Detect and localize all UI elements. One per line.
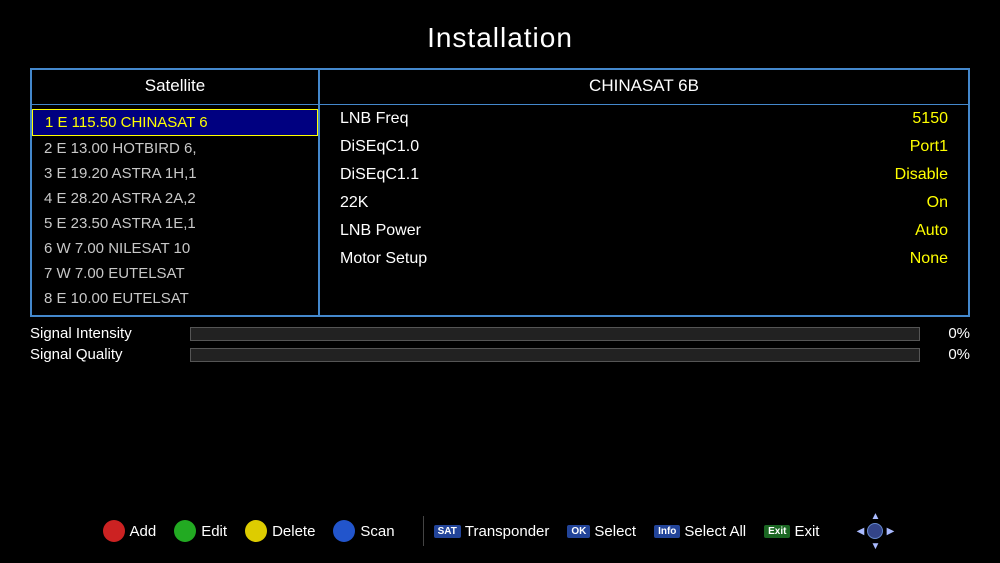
delete-yellow-circle <box>245 520 267 542</box>
nav-right-arrow[interactable]: ▶ <box>883 523 897 539</box>
signal-quality-value: 0% <box>930 346 970 363</box>
satellite-panel-title: Satellite <box>32 70 318 105</box>
details-field-value: Auto <box>915 222 948 240</box>
signal-quality-label: Signal Quality <box>30 346 190 363</box>
nav-left-arrow[interactable]: ◀ <box>853 523 867 539</box>
satellite-list-item[interactable]: 2 E 13.00 HOTBIRD 6, <box>32 136 318 161</box>
page-title: Installation <box>0 0 1000 68</box>
details-field-label: DiSEqC1.0 <box>340 138 419 156</box>
signal-intensity-bar-bg <box>190 327 920 341</box>
details-row: DiSEqC1.1 Disable <box>320 161 968 189</box>
add-btn-group[interactable]: Add <box>103 520 157 542</box>
details-field-value: None <box>910 250 948 268</box>
satellite-panel: Satellite 1 E 115.50 CHINASAT 62 E 13.00… <box>30 68 320 317</box>
divider-1 <box>423 516 424 546</box>
satellite-list-item[interactable]: 6 W 7.00 NILESAT 10 <box>32 236 318 261</box>
nav-up-arrow[interactable]: ▲ <box>867 509 883 523</box>
satellite-list-item[interactable]: 1 E 115.50 CHINASAT 6 <box>32 109 318 136</box>
exit-label: Exit <box>794 523 819 540</box>
details-panel: CHINASAT 6B LNB Freq5150DiSEqC1.0Port1Di… <box>318 68 970 317</box>
select-btn-group[interactable]: OK Select <box>567 523 636 540</box>
nav-cross[interactable]: ▲ ◀ ▶ ▼ <box>853 509 897 553</box>
add-red-circle <box>103 520 125 542</box>
scan-btn-group[interactable]: Scan <box>333 520 394 542</box>
satellite-list-item[interactable]: 7 W 7.00 EUTELSAT <box>32 261 318 286</box>
nav-down-arrow[interactable]: ▼ <box>867 539 883 553</box>
edit-btn-group[interactable]: Edit <box>174 520 227 542</box>
nav-corner-bl <box>853 539 867 553</box>
select-all-label: Select All <box>684 523 746 540</box>
signal-intensity-row: Signal Intensity 0% <box>30 325 970 342</box>
signal-section: Signal Intensity 0% Signal Quality 0% <box>30 325 970 363</box>
signal-quality-bar-bg <box>190 348 920 362</box>
add-label: Add <box>130 523 157 540</box>
details-row: LNB Freq 5150 <box>320 105 968 133</box>
select-label: Select <box>594 523 636 540</box>
exit-btn-group[interactable]: Exit Exit <box>764 523 819 540</box>
satellite-list-item[interactable]: 3 E 19.20 ASTRA 1H,1 <box>32 161 318 186</box>
nav-corner-tr <box>883 509 897 523</box>
signal-intensity-value: 0% <box>930 325 970 342</box>
details-field-value: Port1 <box>910 138 948 156</box>
details-field-value: Disable <box>895 166 948 184</box>
details-row: 22K On <box>320 189 968 217</box>
details-panel-title: CHINASAT 6B <box>320 70 968 105</box>
scan-label: Scan <box>360 523 394 540</box>
details-row: Motor Setup None <box>320 245 968 273</box>
select-all-badge: Info <box>654 525 680 538</box>
transponder-label: Transponder <box>465 523 550 540</box>
edit-green-circle <box>174 520 196 542</box>
details-field-value: 5150 <box>912 110 948 128</box>
details-fields: LNB Freq 5150 DiSEqC1.0 Port1 DiSEqC1.1 Disab… <box>320 105 968 273</box>
details-field-value: On <box>927 194 948 212</box>
select-badge: OK <box>567 525 590 538</box>
satellite-list-item[interactable]: 5 E 23.50 ASTRA 1E,1 <box>32 211 318 236</box>
nav-corner-tl <box>853 509 867 523</box>
exit-badge: Exit <box>764 525 790 538</box>
delete-btn-group[interactable]: Delete <box>245 520 315 542</box>
delete-label: Delete <box>272 523 315 540</box>
details-row: LNB Power Auto <box>320 217 968 245</box>
bottom-bar: Add Edit Delete Scan SAT Transponder OK … <box>0 509 1000 553</box>
scan-blue-circle <box>333 520 355 542</box>
signal-quality-row: Signal Quality 0% <box>30 346 970 363</box>
transponder-btn-group[interactable]: SAT Transponder <box>434 523 550 540</box>
details-field-label: LNB Power <box>340 222 421 240</box>
details-row: DiSEqC1.0 Port1 <box>320 133 968 161</box>
main-content: Satellite 1 E 115.50 CHINASAT 62 E 13.00… <box>30 68 970 317</box>
details-field-label: 22K <box>340 194 368 212</box>
transponder-badge: SAT <box>434 525 461 538</box>
satellite-list-item[interactable]: 8 E 10.00 EUTELSAT <box>32 286 318 311</box>
details-field-label: DiSEqC1.1 <box>340 166 419 184</box>
select-all-btn-group[interactable]: Info Select All <box>654 523 746 540</box>
signal-intensity-label: Signal Intensity <box>30 325 190 342</box>
edit-label: Edit <box>201 523 227 540</box>
nav-corner-br <box>883 539 897 553</box>
satellite-list-item[interactable]: 4 E 28.20 ASTRA 2A,2 <box>32 186 318 211</box>
details-field-label: LNB Freq <box>340 110 408 128</box>
nav-center <box>867 523 883 539</box>
details-field-label: Motor Setup <box>340 250 427 268</box>
satellite-list: 1 E 115.50 CHINASAT 62 E 13.00 HOTBIRD 6… <box>32 105 318 315</box>
